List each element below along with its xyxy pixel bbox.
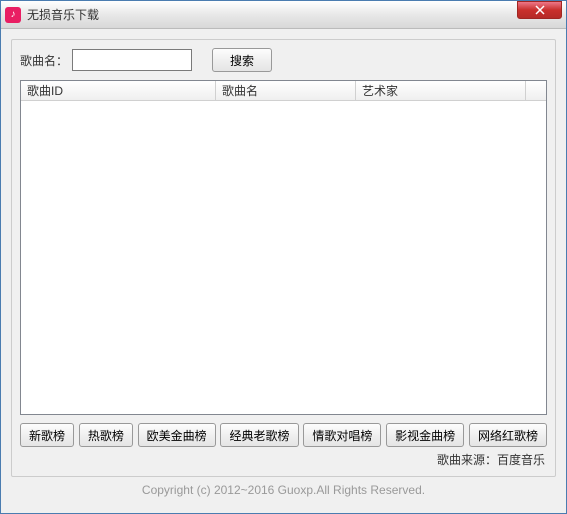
column-song-name[interactable]: 歌曲名	[216, 81, 356, 100]
source-label: 歌曲来源：百度音乐	[20, 447, 547, 468]
titlebar: ♪ 无损音乐下载	[1, 1, 566, 29]
copyright-text: Copyright (c) 2012~2016 Guoxp.All Rights…	[11, 477, 556, 503]
category-film-button[interactable]: 影视金曲榜	[386, 423, 464, 447]
search-button[interactable]: 搜索	[212, 48, 272, 72]
app-icon: ♪	[5, 7, 21, 23]
app-window: ♪ 无损音乐下载 歌曲名： 搜索 歌曲ID 歌曲名 艺术家	[0, 0, 567, 514]
close-button[interactable]	[517, 1, 562, 19]
column-song-id[interactable]: 歌曲ID	[21, 81, 216, 100]
category-hot-button[interactable]: 热歌榜	[79, 423, 133, 447]
category-classic-button[interactable]: 经典老歌榜	[220, 423, 298, 447]
results-table: 歌曲ID 歌曲名 艺术家	[20, 80, 547, 415]
column-spacer	[526, 81, 546, 100]
category-love-button[interactable]: 情歌对唱榜	[303, 423, 381, 447]
search-label: 歌曲名：	[20, 52, 68, 69]
category-western-button[interactable]: 欧美金曲榜	[138, 423, 216, 447]
category-new-button[interactable]: 新歌榜	[20, 423, 74, 447]
table-header: 歌曲ID 歌曲名 艺术家	[21, 81, 546, 101]
search-input[interactable]	[72, 49, 192, 71]
window-title: 无损音乐下载	[27, 6, 517, 23]
search-row: 歌曲名： 搜索	[20, 48, 547, 72]
category-buttons: 新歌榜 热歌榜 欧美金曲榜 经典老歌榜 情歌对唱榜 影视金曲榜 网络红歌榜	[20, 423, 547, 447]
column-artist[interactable]: 艺术家	[356, 81, 526, 100]
category-net-button[interactable]: 网络红歌榜	[469, 423, 547, 447]
close-icon	[535, 5, 545, 15]
main-panel: 歌曲名： 搜索 歌曲ID 歌曲名 艺术家 新歌榜 热歌榜 欧美金曲榜 经典老歌榜…	[11, 39, 556, 477]
table-body[interactable]	[21, 101, 546, 414]
content-area: 歌曲名： 搜索 歌曲ID 歌曲名 艺术家 新歌榜 热歌榜 欧美金曲榜 经典老歌榜…	[1, 29, 566, 513]
